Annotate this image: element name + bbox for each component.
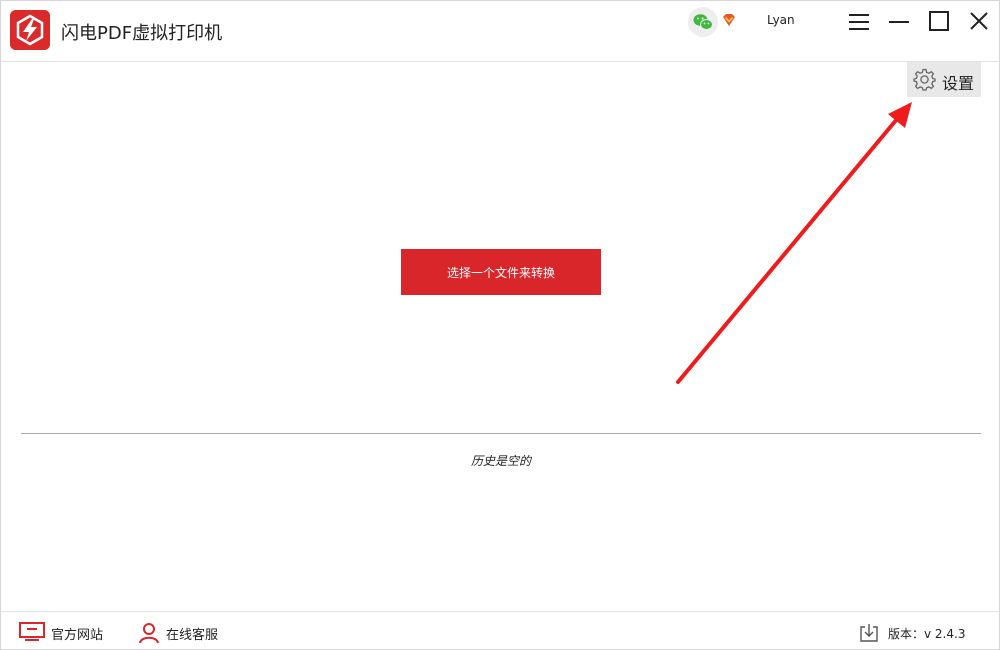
gear-icon: [913, 68, 936, 91]
version-label: 版本：v 2.4.3: [888, 627, 966, 641]
online-support-link[interactable]: 在线客服: [138, 612, 228, 649]
annotation-arrow: [676, 102, 912, 384]
online-support-label: 在线客服: [166, 628, 219, 643]
app-window: 闪电PDF虚拟打印机 Lyan 设置 选择一个文件来转换 历史是空的 官方网站 …: [0, 0, 1000, 650]
vip-icon[interactable]: [721, 12, 737, 28]
wechat-button[interactable]: [688, 7, 718, 37]
menu-button[interactable]: [846, 9, 872, 35]
user-icon: [139, 623, 159, 644]
menu-icon: [849, 14, 869, 30]
wechat-icon: [693, 14, 713, 30]
history-empty-text: 历史是空的: [470, 454, 531, 468]
monitor-icon: [19, 622, 45, 641]
close-icon: [970, 12, 988, 30]
maximize-button[interactable]: [926, 9, 952, 35]
footer: 官方网站 在线客服 版本：v 2.4.3: [1, 611, 999, 649]
settings-button[interactable]: 设置: [907, 62, 981, 97]
download-icon: [860, 624, 878, 642]
official-website-label: 官方网站: [51, 628, 104, 643]
maximize-icon: [929, 11, 949, 31]
title-bar: 闪电PDF虚拟打印机 Lyan: [1, 1, 999, 62]
select-file-button[interactable]: 选择一个文件来转换: [401, 249, 601, 295]
official-website-link[interactable]: 官方网站: [19, 612, 111, 649]
minimize-button[interactable]: [886, 9, 912, 35]
app-logo-icon: [10, 10, 50, 50]
settings-label: 设置: [942, 74, 975, 93]
app-title: 闪电PDF虚拟打印机: [61, 23, 223, 44]
divider: [21, 433, 981, 434]
username[interactable]: Lyan: [767, 13, 795, 27]
close-button[interactable]: [966, 9, 992, 35]
minimize-icon: [889, 21, 909, 23]
